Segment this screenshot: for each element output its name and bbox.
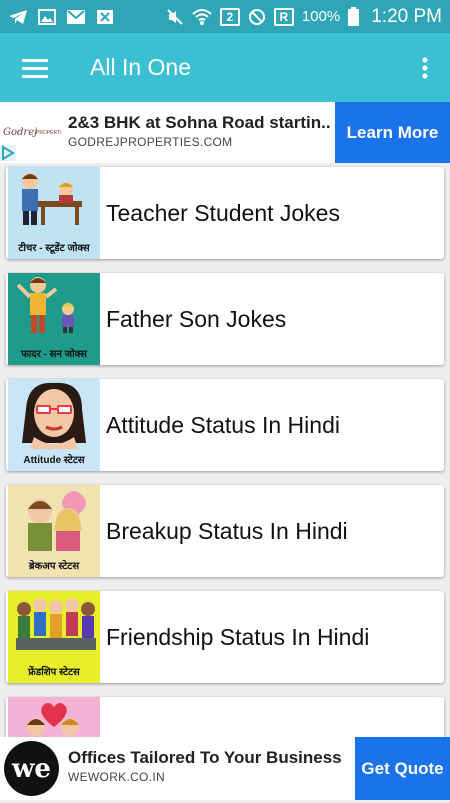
item-title: Friendship Status In Hindi xyxy=(106,623,370,650)
thumbnail: ब्रेकअप स्टेटस xyxy=(8,485,100,577)
item-title: Father Son Jokes xyxy=(106,305,287,332)
more-vert-icon xyxy=(422,57,428,78)
overflow-menu-button[interactable] xyxy=(400,33,450,102)
list-item-attitude-status[interactable]: Attitude स्टेटस Attitude Status In Hindi xyxy=(6,379,444,471)
adchoices-icon[interactable] xyxy=(0,145,16,161)
battery-percent: 100% xyxy=(301,8,341,25)
ad-url: WEWORK.CO.IN xyxy=(68,770,165,784)
thumbnail-caption: फ्रेंडशिप स्टेटस xyxy=(28,667,80,678)
item-title: Teacher Student Jokes xyxy=(106,199,340,226)
thumbnail: फ्रेंडशिप स्टेटस xyxy=(8,591,100,683)
app-title: All In One xyxy=(90,54,191,80)
menu-button[interactable] xyxy=(0,33,70,102)
wework-logo: we xyxy=(4,741,59,796)
app-bar: All In One xyxy=(0,33,450,102)
gallery-icon xyxy=(38,8,56,25)
breakup-couple-illustration xyxy=(28,491,86,551)
attitude-girl-illustration xyxy=(22,382,86,449)
thumbnail-caption: टीचर - स्टूडेंट जोक्स xyxy=(18,243,90,254)
thumbnail: टीचर - स्टूडेंट जोक्स xyxy=(8,167,100,259)
ad-url: GODREJPROPERTIES.COM xyxy=(68,135,233,149)
close-box-icon xyxy=(97,9,113,24)
item-title: Attitude Status In Hindi xyxy=(106,411,340,438)
thumbnail: फादर - सन जोक्स xyxy=(8,273,100,365)
list-item-breakup-status[interactable]: ब्रेकअप स्टेटस Breakup Status In Hindi xyxy=(6,485,444,577)
telegram-icon xyxy=(9,9,27,24)
roaming-badge: R xyxy=(273,7,294,26)
ad-banner-top[interactable]: Godrej PROPERTIES 2&3 BHK at Sohna Road … xyxy=(0,102,450,163)
list-item-friendship-status[interactable]: फ्रेंडशिप स्टेटस Friendship Status In Hi… xyxy=(6,591,444,683)
thumbnail-caption: Attitude स्टेटस xyxy=(23,455,85,466)
get-quote-button[interactable]: Get Quote xyxy=(355,737,450,800)
learn-more-button[interactable]: Learn More xyxy=(335,102,450,163)
wifi-icon xyxy=(192,8,212,25)
teacher-student-illustration xyxy=(22,173,82,225)
thumbnail-caption: फादर - सन जोक्स xyxy=(21,349,87,360)
item-title: Breakup Status In Hindi xyxy=(106,517,348,544)
friends-group-illustration xyxy=(16,598,96,650)
thumbnail: Attitude स्टेटस xyxy=(8,379,100,471)
status-bar: 2 R 100% 1:20 PM xyxy=(0,0,450,33)
thumbnail-caption: ब्रेकअप स्टेटस xyxy=(28,561,80,572)
category-list: टीचर - स्टूडेंट जोक्स Teacher Student Jo… xyxy=(6,167,444,803)
mute-icon xyxy=(167,8,183,25)
hamburger-menu-icon xyxy=(22,58,48,78)
ad-headline[interactable]: Offices Tailored To Your Business xyxy=(68,748,342,768)
ad-banner-bottom[interactable]: we Offices Tailored To Your Business WEW… xyxy=(0,737,450,800)
godrej-logo: Godrej PROPERTIES xyxy=(3,127,61,138)
ad-headline[interactable]: 2&3 BHK at Sohna Road startin... xyxy=(68,113,330,133)
svg-text:Godrej: Godrej xyxy=(3,127,37,138)
father-son-illustration xyxy=(16,277,74,333)
list-item-father-son-jokes[interactable]: फादर - सन जोक्स Father Son Jokes xyxy=(6,273,444,365)
battery-icon xyxy=(348,7,360,26)
list-item-teacher-student-jokes[interactable]: टीचर - स्टूडेंट जोक्स Teacher Student Jo… xyxy=(6,167,444,259)
svg-text:PROPERTIES: PROPERTIES xyxy=(36,130,61,136)
sim-badge: 2 xyxy=(219,7,240,26)
no-signal-icon xyxy=(248,8,265,25)
clock: 1:20 PM xyxy=(371,5,442,27)
gmail-icon xyxy=(67,9,85,24)
